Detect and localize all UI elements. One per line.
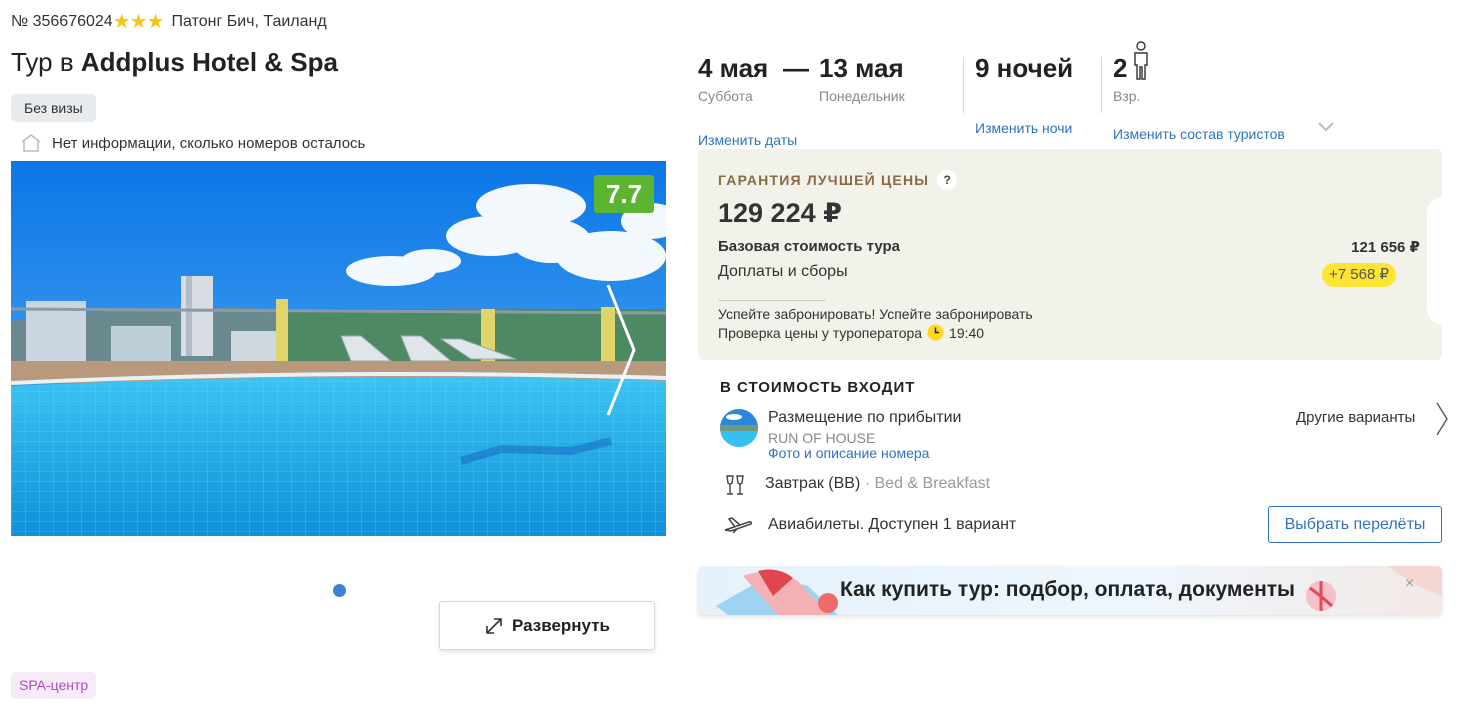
room-name: Размещение по прибытии (768, 409, 962, 426)
change-dates-link[interactable]: Изменить даты (698, 132, 797, 148)
best-price-guarantee: ГАРАНТИЯ ЛУЧШЕЙ ЦЕНЫ ? (718, 170, 958, 190)
price-card-notch (1427, 197, 1457, 325)
tour-number: № 356676024 (11, 13, 113, 30)
extra-fees-value[interactable]: +7 568 ₽ (1322, 263, 1397, 287)
clock-icon (927, 324, 944, 341)
room-type: RUN OF HOUSE (768, 430, 876, 446)
meal-plan: Завтрак (BB) · Bed & Breakfast (765, 475, 990, 493)
pool-image (11, 161, 666, 536)
divider (718, 300, 826, 301)
meal-name: Завтрак (BB) (765, 475, 861, 492)
meal-separator: · (860, 475, 875, 492)
room-thumbnail[interactable] (720, 409, 758, 447)
base-price-value: 121 656 ₽ (1351, 239, 1420, 256)
star-icon: ★ (146, 11, 165, 33)
star-icon: ★ (112, 11, 131, 33)
base-price-label: Базовая стоимость тура (718, 238, 901, 255)
start-day: Суббота (698, 88, 753, 104)
hotel-name: Addplus Hotel & Spa (80, 47, 338, 77)
chevron-right-icon[interactable] (1435, 402, 1449, 436)
end-date: 13 мая (819, 53, 904, 83)
date-dash: — (783, 53, 809, 83)
chevron-down-icon[interactable] (1318, 122, 1334, 132)
hotel-rating-badge: 7.7 (594, 175, 654, 213)
change-tourists-link[interactable]: Изменить состав туристов (1113, 126, 1285, 142)
room-details-link[interactable]: Фото и описание номера (768, 445, 929, 461)
included-title: В СТОИМОСТЬ ВХОДИТ (720, 379, 916, 396)
divider (963, 57, 964, 113)
other-variants-link[interactable]: Другие варианты (1296, 409, 1415, 426)
change-nights-link[interactable]: Изменить ночи (975, 120, 1072, 136)
house-icon (21, 134, 41, 152)
close-icon[interactable]: × (1405, 575, 1414, 593)
choose-flights-button[interactable]: Выбрать перелёты (1268, 506, 1442, 543)
nights-count: 9 ночей (975, 53, 1074, 83)
hurry-message: Успейте забронировать! Успейте заброниро… (718, 306, 1033, 322)
hotel-photo[interactable] (11, 161, 666, 536)
title-prefix: Тур в (11, 47, 81, 77)
rooms-availability-info: Нет информации, сколько номеров осталось (20, 133, 365, 153)
expand-gallery-button[interactable]: Развернуть (439, 601, 655, 650)
banner-text: Как купить тур: подбор, оплата, документ… (840, 578, 1295, 601)
help-icon[interactable]: ? (937, 170, 958, 190)
tourists-count: 2 (1113, 53, 1128, 83)
total-price: 129 224 ₽ (718, 198, 842, 228)
page-title: Тур в Addplus Hotel & Spa (11, 47, 338, 78)
spa-tag[interactable]: SPA-центр (11, 672, 97, 699)
price-check-time: 19:40 (949, 324, 985, 341)
price-check-text: Проверка цены у туроператора (718, 324, 923, 341)
guarantee-label: ГАРАНТИЯ ЛУЧШЕЙ ЦЕНЫ (718, 172, 930, 188)
extra-fees-label: Доплаты и сборы (718, 263, 848, 280)
expand-label: Развернуть (512, 615, 610, 635)
plane-icon (724, 517, 752, 534)
tourists-label: Взр. (1113, 88, 1141, 104)
gallery-dot-active[interactable] (333, 584, 346, 597)
divider (1101, 57, 1102, 113)
tour-header-line: № 356676024 ★ ★ ★ Патонг Бич, Таиланд (11, 11, 327, 33)
start-date: 4 мая (698, 53, 769, 83)
room-thumbnail-image (720, 409, 758, 447)
flights-info: Авиабилеты. Доступен 1 вариант (768, 516, 1017, 533)
price-check-line: Проверка цены у туроператора 19:40 (718, 324, 984, 341)
wine-glasses-icon (726, 475, 744, 495)
hotel-stars: ★ ★ ★ (112, 11, 165, 33)
star-icon: ★ (129, 11, 148, 33)
meal-description: Bed & Breakfast (874, 475, 991, 492)
chevron-right-icon[interactable] (598, 280, 642, 420)
rooms-info-text: Нет информации, сколько номеров осталось (52, 134, 366, 152)
expand-icon (486, 617, 502, 634)
person-icon (1134, 41, 1148, 80)
hotel-location: Патонг Бич, Таиланд (171, 13, 327, 30)
end-day: Понедельник (819, 88, 905, 104)
visa-badge: Без визы (11, 94, 96, 122)
